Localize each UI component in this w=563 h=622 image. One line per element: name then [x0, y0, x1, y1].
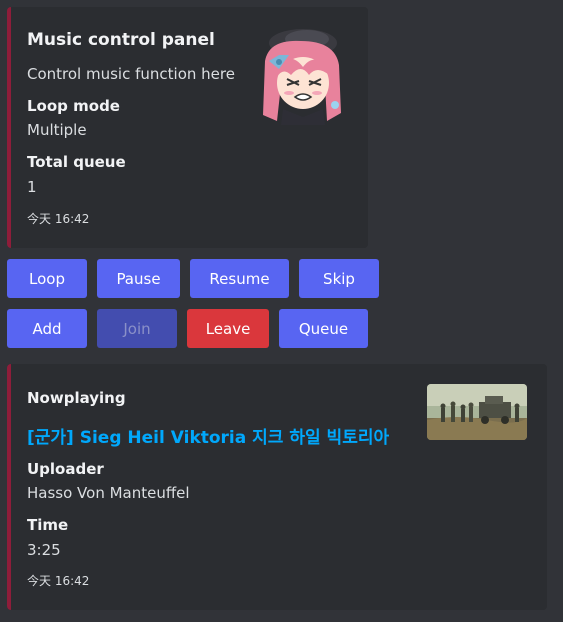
pause-button[interactable]: Pause [97, 259, 180, 298]
field-name-time: Time [27, 516, 69, 534]
field-name-uploader: Uploader [27, 460, 104, 478]
field-value-uploader: Hasso Von Manteuffel [27, 484, 190, 502]
resume-button[interactable]: Resume [190, 259, 289, 298]
song-title-link[interactable]: [군가] Sieg Heil Viktoria 지크 하일 빅토리아 [27, 423, 389, 448]
embed-footer-timestamp: 今天 16:42 [27, 212, 90, 226]
queue-button[interactable]: Queue [279, 309, 368, 348]
control-panel-embed: Music control panel Control music functi… [7, 7, 368, 248]
embed-footer-timestamp: 今天 16:42 [27, 574, 90, 588]
field-value-loop-mode: Multiple [27, 121, 87, 139]
anime-character-avatar[interactable] [251, 25, 351, 125]
embed-description: Control music function here [27, 65, 235, 83]
join-button[interactable]: Join [97, 309, 177, 348]
embed-title: Music control panel [27, 30, 215, 50]
field-value-total-queue: 1 [27, 178, 37, 196]
field-value-time: 3:25 [27, 541, 61, 559]
embed-author: Nowplaying [27, 389, 126, 407]
add-button[interactable]: Add [7, 309, 87, 348]
loop-button[interactable]: Loop [7, 259, 87, 298]
skip-button[interactable]: Skip [299, 259, 379, 298]
field-name-total-queue: Total queue [27, 153, 126, 171]
field-name-loop-mode: Loop mode [27, 97, 120, 115]
leave-button[interactable]: Leave [187, 309, 269, 348]
video-thumbnail[interactable] [427, 384, 527, 440]
now-playing-embed: Nowplaying [군가] Sieg Heil Viktoria 지크 하일… [7, 364, 547, 610]
message-area: Music control panel Control music functi… [0, 0, 563, 622]
